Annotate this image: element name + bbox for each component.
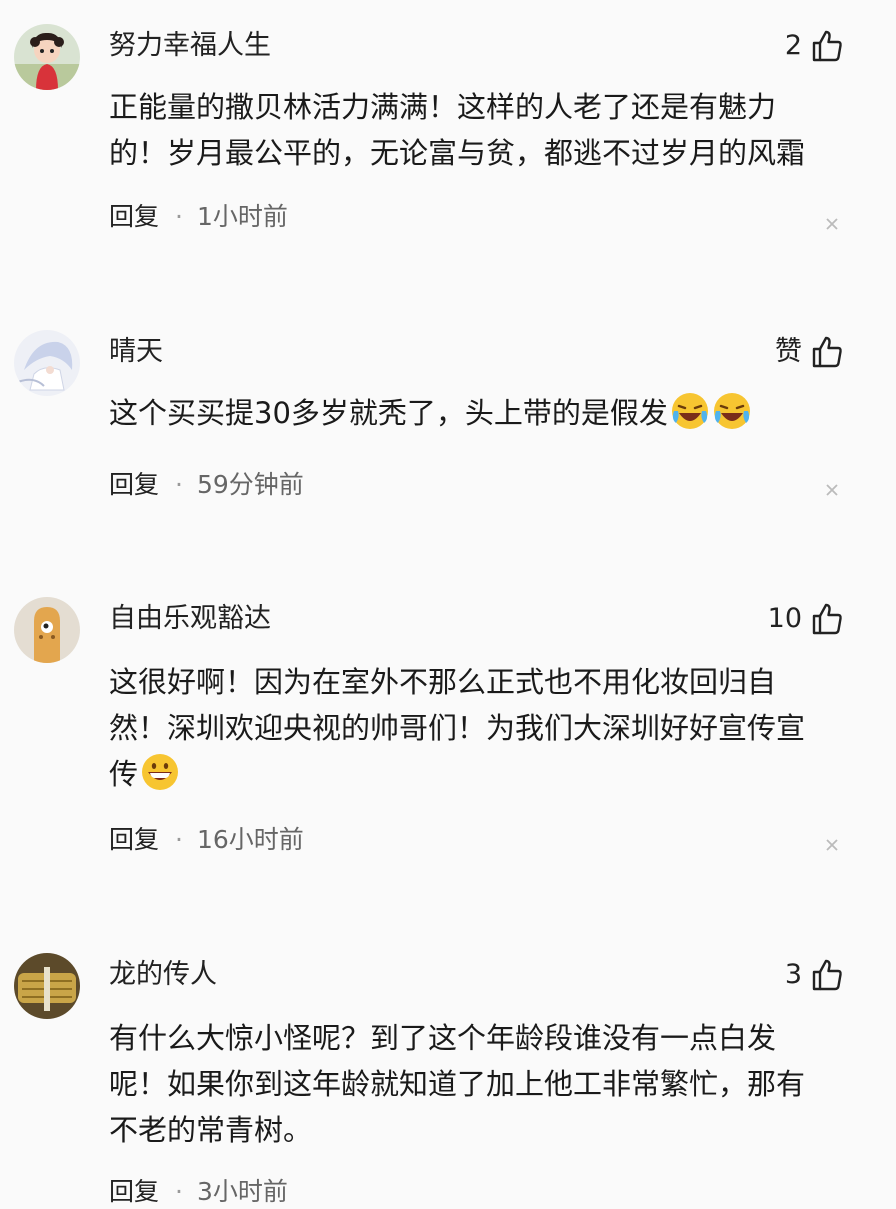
anime-avatar-icon	[14, 330, 80, 396]
laughing-crying-emoji-icon	[712, 391, 752, 431]
cartoon-avatar-icon	[14, 597, 80, 663]
comment-text: 这很好啊！因为在室外不那么正式也不用化妆回归自 然！深圳欢迎央视的帅哥们！为我们…	[109, 659, 854, 797]
username[interactable]: 自由乐观豁达	[109, 601, 271, 637]
reply-button[interactable]: 回复	[109, 200, 159, 234]
like-button[interactable]: 2	[785, 28, 844, 64]
reply-button[interactable]: 回复	[109, 823, 159, 857]
dismiss-button[interactable]	[824, 482, 840, 498]
comment-meta: 回复 · 3小时前	[109, 1175, 288, 1209]
laughing-crying-emoji-icon	[670, 391, 710, 431]
comment-time: 16小时前	[196, 825, 304, 854]
thumbs-up-icon	[812, 959, 842, 991]
comment-time: 3小时前	[196, 1177, 288, 1206]
comment-text: 有什么大惊小怪呢？到了这个年龄段谁没有一点白发 呢！如果你到这年龄就知道了加上他…	[109, 1015, 854, 1153]
comment-time: 59分钟前	[196, 470, 304, 499]
close-icon	[826, 839, 838, 851]
photo-avatar-icon	[14, 953, 80, 1019]
like-count: 赞	[775, 336, 802, 367]
comment-item: 努力幸福人生 2 正能量的撒贝林活力满满！这样的人老了还是有魅力 的！岁月最公平…	[0, 24, 896, 244]
like-button[interactable]: 3	[785, 957, 844, 993]
user-avatar[interactable]	[14, 330, 80, 396]
comment-meta: 回复 · 1小时前	[109, 200, 288, 234]
username[interactable]: 努力幸福人生	[109, 28, 271, 64]
comment-text: 正能量的撒贝林活力满满！这样的人老了还是有魅力 的！岁月最公平的，无论富与贫，都…	[109, 84, 854, 176]
meta-separator: ·	[175, 470, 183, 499]
meta-separator: ·	[175, 202, 183, 231]
thumbs-up-icon	[812, 603, 842, 635]
like-count: 2	[784, 30, 802, 61]
like-count: 10	[767, 603, 802, 634]
comment-item: 自由乐观豁达 10 这很好啊！因为在室外不那么正式也不用化妆回归自 然！深圳欢迎…	[0, 597, 896, 867]
comment-time: 1小时前	[196, 202, 288, 231]
comment-text-line: 不老的常青树。	[109, 1113, 313, 1147]
close-icon	[826, 218, 838, 230]
grinning-emoji-icon	[140, 752, 180, 792]
like-button[interactable]: 赞	[775, 334, 844, 370]
thumbs-up-icon	[812, 336, 842, 368]
thumbs-up-icon	[812, 30, 842, 62]
comment-text-line: 的！岁月最公平的，无论富与贫，都逃不过岁月的风霜	[109, 136, 806, 170]
comment-item: 晴天 赞 这个买买提30多岁就秃了，头上带的是假发 回复 · 59分钟前	[0, 330, 896, 510]
dismiss-button[interactable]	[824, 837, 840, 853]
username[interactable]: 晴天	[109, 334, 163, 370]
user-avatar[interactable]	[14, 24, 80, 90]
meta-separator: ·	[175, 1177, 183, 1206]
comment-text-line: 然！深圳欢迎央视的帅哥们！为我们大深圳好好宣传宣	[109, 711, 806, 745]
like-count: 3	[784, 959, 802, 990]
comment-meta: 回复 · 16小时前	[109, 823, 304, 857]
comment-item: 龙的传人 3 有什么大惊小怪呢？到了这个年龄段谁没有一点白发 呢！如果你到这年龄…	[0, 953, 896, 1206]
girl-avatar-icon	[14, 24, 80, 90]
reply-button[interactable]: 回复	[109, 468, 159, 502]
comment-meta: 回复 · 59分钟前	[109, 468, 304, 502]
comment-text-line: 传	[109, 757, 139, 791]
comment-text-line: 正能量的撒贝林活力满满！这样的人老了还是有魅力	[109, 90, 777, 124]
comment-text-line: 呢！如果你到这年龄就知道了加上他工非常繁忙，那有	[109, 1067, 806, 1101]
like-button[interactable]: 10	[768, 601, 844, 637]
dismiss-button[interactable]	[824, 216, 840, 232]
comment-text-line: 这个买买提30多岁就秃了，头上带的是假发	[109, 396, 668, 430]
comment-text-line: 这很好啊！因为在室外不那么正式也不用化妆回归自	[109, 665, 777, 699]
user-avatar[interactable]	[14, 597, 80, 663]
reply-button[interactable]: 回复	[109, 1175, 159, 1209]
comment-text: 这个买买提30多岁就秃了，头上带的是假发	[109, 390, 854, 436]
meta-separator: ·	[175, 825, 183, 854]
username[interactable]: 龙的传人	[109, 957, 217, 993]
user-avatar[interactable]	[14, 953, 80, 1019]
comment-text-line: 有什么大惊小怪呢？到了这个年龄段谁没有一点白发	[109, 1021, 777, 1055]
close-icon	[826, 484, 838, 496]
